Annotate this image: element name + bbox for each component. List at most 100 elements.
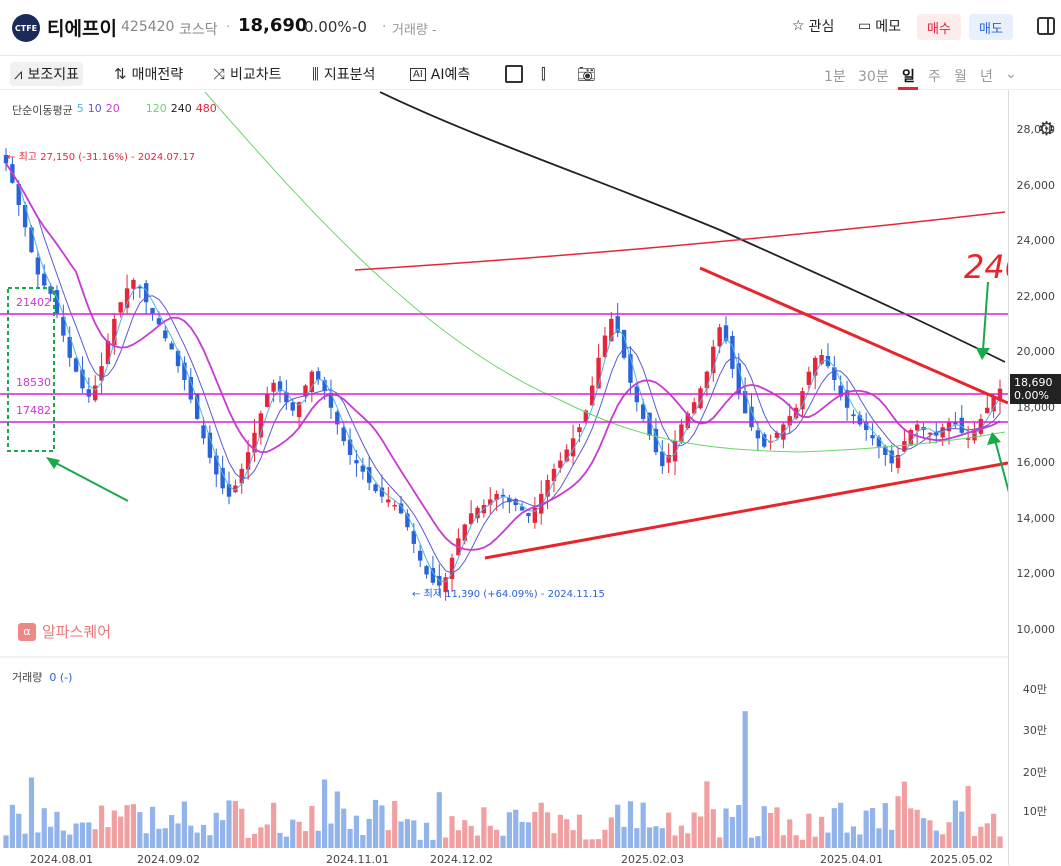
price-chart[interactable]: 240 20 [0,90,1008,865]
volume-bar [118,816,124,848]
volume-bar [545,812,551,848]
volume-bar [933,830,939,848]
candle-body [392,505,397,507]
analysis-button[interactable]: ⫼ 지표분석 [312,62,375,86]
period-day[interactable]: 일 [902,66,915,86]
strategy-button[interactable]: ⇅ 매매전략 [114,62,183,86]
screenshot-button[interactable]: 📷︎ [577,62,596,86]
low-annotation: ← 최저 11,390 (+64.09%) - 2024.11.15 [412,589,605,600]
volume-bar [48,826,54,848]
ma-legend-240: 240 [170,102,192,115]
stock-header: CTFE 티에프이 425420 코스닥 · 18,690 0.00% -0 ·… [0,0,1061,56]
volume-bar [321,779,328,848]
candle-body [220,467,225,489]
price-axis[interactable]: 28,000 26,000 24,000 22,000 20,000 18,000 16,0… [1008,90,1061,865]
volume-bar [277,832,283,848]
descending-trendline [699,266,1008,405]
candle-body [341,427,346,442]
layout-button[interactable] [505,62,523,86]
volume-bar [742,711,748,848]
volume-bar [271,802,277,848]
volume-bar [455,830,461,848]
strategy-icon: ⇅ [114,65,127,83]
volume-bar [525,822,532,848]
y-tick-label: 10,000 [1016,623,1056,636]
volume-bar [621,826,627,848]
candle-body [927,432,933,435]
volume-bar [844,832,850,848]
sell-button[interactable]: 매도 [969,14,1013,40]
chevron-down-icon[interactable]: ⌄ [1005,66,1017,82]
buy-button[interactable]: 매수 [917,14,961,40]
volume-summary: 거래량 - [392,23,437,38]
volume-bar [239,808,245,848]
side-panel-icon[interactable] [1037,17,1055,35]
volume-bar [895,796,901,848]
watch-button[interactable]: ☆ 관심 [792,16,834,36]
camera-icon: 📷︎ [577,65,597,83]
period-year[interactable]: 년 [980,66,993,86]
volume-bar [175,823,181,848]
volume-bar [570,830,576,848]
period-30min[interactable]: 30분 [858,66,889,86]
x-tick-label: 2025.04.01 [820,853,883,866]
memo-button[interactable]: ▭ 메모 [858,16,901,36]
volume-bar [538,802,544,848]
volume-bar [385,830,391,848]
volume-bar [3,835,9,848]
volume-bars [3,711,1003,848]
period-1min[interactable]: 1분 [824,66,846,86]
indicator-button[interactable]: ⩘ 보조지표 [10,62,83,86]
volume-bar [245,837,251,848]
candle-body [691,402,697,414]
volume-bar [462,820,468,848]
volume-bar [162,828,168,848]
candle-type-button[interactable]: ⫿ [541,62,546,86]
volume-legend: 거래량 0 (-) [12,671,73,684]
ai-predict-button[interactable]: AI AI예측 [410,62,470,86]
candle-body [946,421,952,432]
volume-bar [60,830,66,848]
volume-bar [831,808,837,848]
volume-bar [557,814,563,848]
level-label-3: 17482 [16,404,51,417]
volume-bar [787,819,793,848]
volume-bar [678,825,685,848]
period-month[interactable]: 월 [954,66,967,86]
volume-bar [149,806,156,848]
candle-body [175,350,181,367]
volume-bar [755,836,761,848]
y-tick-label: 22,000 [1016,289,1056,303]
volume-bar [188,825,194,848]
volume-bar [901,781,908,848]
ma-legend-10: 10 [87,102,102,115]
candle-body [35,257,41,275]
volume-bar [564,819,570,848]
handwritten-20-label: 20 [1001,514,1008,564]
volume-bar [519,821,525,848]
candle-body [214,455,219,475]
period-week[interactable]: 주 [928,66,941,86]
compare-button[interactable]: ⤨ 비교차트 [213,62,282,86]
volume-bar [213,812,219,848]
volume-bar [417,839,423,848]
volume-bar [984,823,990,848]
ai-icon: AI [410,67,426,81]
candle-body [704,371,710,389]
volume-bar [124,805,130,848]
ma-legend: 단순이동평균 5 10 20 120 240 480 [12,102,217,118]
ma-legend-20: 20 [105,102,120,115]
volume-bar [914,809,920,848]
volume-bar [666,812,672,848]
volume-bar [850,826,857,848]
x-tick-label: 2024.12.02 [430,853,493,866]
volume-bar [723,808,729,848]
shuffle-icon: ⤨ [213,65,226,83]
volume-bar [952,800,958,848]
volume-bar [978,826,984,848]
candle-body [386,499,391,503]
volume-bar [959,811,965,848]
volume-bar [659,828,665,848]
x-tick-label: 2025.02.03 [621,853,684,866]
volume-bar [513,809,519,848]
